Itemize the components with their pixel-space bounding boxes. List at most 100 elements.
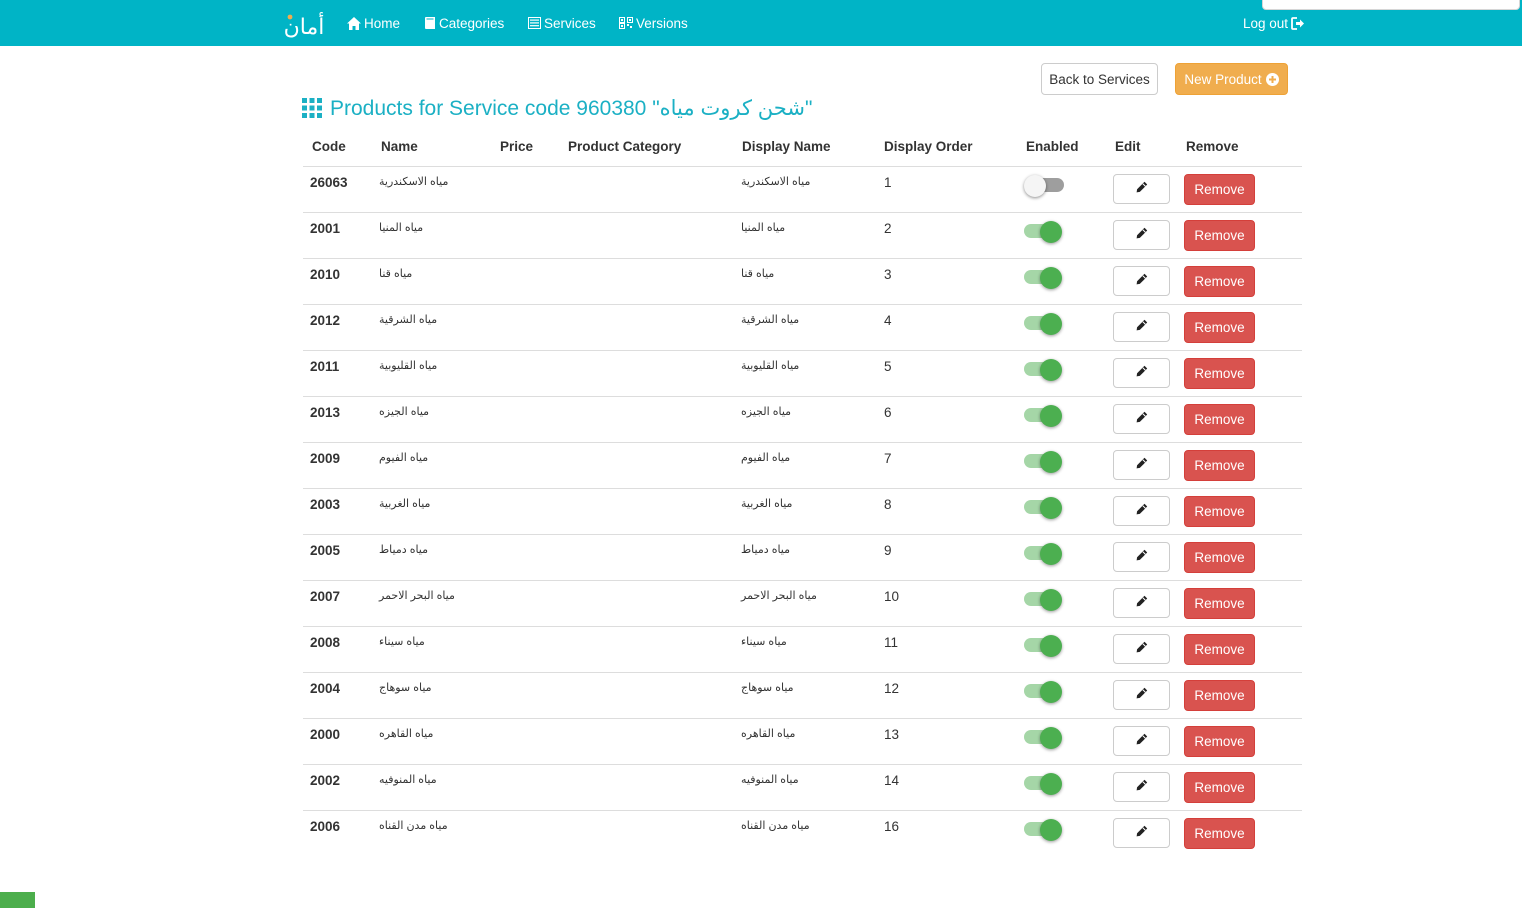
edit-button[interactable] bbox=[1113, 587, 1170, 618]
remove-button[interactable]: Remove bbox=[1184, 679, 1255, 711]
table-row: 2001 مياه المنيا مياه المنيا 2 Remove bbox=[303, 212, 1302, 259]
cell-product-category bbox=[559, 166, 733, 213]
enabled-toggle[interactable] bbox=[1024, 449, 1068, 473]
toggle-knob bbox=[1040, 818, 1062, 841]
enabled-toggle[interactable] bbox=[1024, 403, 1068, 427]
remove-button[interactable]: Remove bbox=[1184, 587, 1255, 619]
nav-versions[interactable]: Versions bbox=[619, 14, 688, 32]
nav-versions-label: Versions bbox=[636, 15, 688, 31]
table-row: 2012 مياه الشرقية مياه الشرقية 4 Remove bbox=[303, 304, 1302, 351]
enabled-toggle[interactable] bbox=[1024, 771, 1068, 795]
edit-button[interactable] bbox=[1113, 541, 1170, 572]
cell-display-order: 13 bbox=[875, 718, 1016, 765]
cell-product-category bbox=[559, 580, 733, 627]
cell-code: 2008 bbox=[303, 626, 372, 673]
edit-button[interactable] bbox=[1113, 219, 1170, 250]
table-row: 2002 مياه المنوفيه مياه المنوفيه 14 Remove bbox=[303, 764, 1302, 811]
pencil-icon bbox=[1136, 549, 1148, 564]
cell-edit bbox=[1110, 350, 1181, 397]
cell-price bbox=[491, 212, 559, 259]
edit-button[interactable] bbox=[1113, 173, 1170, 204]
brand-logo[interactable]: أمان bbox=[281, 9, 327, 40]
cell-display-name: مياه دمياط bbox=[733, 534, 875, 581]
remove-button[interactable]: Remove bbox=[1184, 541, 1255, 573]
remove-button[interactable]: Remove bbox=[1184, 311, 1255, 343]
cell-enabled bbox=[1016, 212, 1110, 259]
edit-button[interactable] bbox=[1113, 265, 1170, 296]
cell-name: مياه سيناء bbox=[372, 626, 491, 673]
remove-button[interactable]: Remove bbox=[1184, 495, 1255, 527]
grid-icon bbox=[302, 98, 322, 118]
page-title: Products for Service code 960380 "شحن كر… bbox=[302, 94, 812, 122]
cell-display-order: 11 bbox=[875, 626, 1016, 673]
remove-button[interactable]: Remove bbox=[1184, 173, 1255, 205]
back-to-services-button[interactable]: Back to Services bbox=[1041, 63, 1158, 95]
table-row: 2010 مياه قنا مياه قنا 3 Remove bbox=[303, 258, 1302, 305]
cell-price bbox=[491, 258, 559, 305]
nav-categories[interactable]: Categories bbox=[424, 14, 504, 32]
remove-button[interactable]: Remove bbox=[1184, 219, 1255, 251]
enabled-toggle[interactable] bbox=[1024, 725, 1068, 749]
table-row: 26063 مياه الاسكندرية مياه الاسكندرية 1 Remo… bbox=[303, 166, 1302, 213]
cell-display-name: مياه قنا bbox=[733, 258, 875, 305]
edit-button[interactable] bbox=[1113, 357, 1170, 388]
logout-link[interactable]: Log out bbox=[1243, 14, 1305, 32]
edit-button[interactable] bbox=[1113, 311, 1170, 342]
edit-button[interactable] bbox=[1113, 771, 1170, 802]
cell-display-order: 8 bbox=[875, 488, 1016, 535]
cell-edit bbox=[1110, 304, 1181, 351]
cell-name: مياه القاهره bbox=[372, 718, 491, 765]
edit-button[interactable] bbox=[1113, 817, 1170, 848]
enabled-toggle[interactable] bbox=[1024, 311, 1068, 335]
enabled-toggle[interactable] bbox=[1024, 817, 1068, 841]
remove-button[interactable]: Remove bbox=[1184, 403, 1255, 435]
enabled-toggle[interactable] bbox=[1024, 265, 1068, 289]
enabled-toggle[interactable] bbox=[1024, 219, 1068, 243]
table-row: 2003 مياه الغربية مياه الغربية 8 Remove bbox=[303, 488, 1302, 535]
cell-display-order: 16 bbox=[884, 818, 900, 834]
remove-button[interactable]: Remove bbox=[1184, 357, 1255, 389]
remove-button[interactable]: Remove bbox=[1184, 265, 1255, 297]
cell-code: 2002 bbox=[303, 764, 372, 811]
toggle-knob bbox=[1040, 772, 1062, 795]
enabled-toggle[interactable] bbox=[1024, 357, 1068, 381]
enabled-toggle[interactable] bbox=[1024, 587, 1068, 611]
toggle-knob bbox=[1040, 634, 1062, 657]
remove-button[interactable]: Remove bbox=[1184, 771, 1255, 803]
remove-button[interactable]: Remove bbox=[1184, 449, 1255, 481]
remove-button[interactable]: Remove bbox=[1184, 633, 1255, 665]
table-row: 2006 مياه مدن القناه مياه مدن القناه 16 Remo… bbox=[303, 810, 1302, 856]
cell-edit bbox=[1110, 212, 1181, 259]
remove-button[interactable]: Remove bbox=[1184, 817, 1255, 849]
edit-button[interactable] bbox=[1113, 403, 1170, 434]
edit-button[interactable] bbox=[1113, 495, 1170, 526]
nav-services[interactable]: Services bbox=[528, 14, 596, 32]
cell-price bbox=[491, 810, 559, 856]
edit-button[interactable] bbox=[1113, 449, 1170, 480]
edit-button[interactable] bbox=[1113, 633, 1170, 664]
header-display-order: Display Order bbox=[875, 128, 1016, 167]
new-product-button[interactable]: New Product bbox=[1175, 63, 1288, 95]
edit-button[interactable] bbox=[1113, 679, 1170, 710]
cell-product-category bbox=[559, 304, 733, 351]
nav-home[interactable]: Home bbox=[347, 14, 400, 32]
cell-price bbox=[491, 488, 559, 535]
corner-tab[interactable] bbox=[0, 892, 35, 908]
cell-enabled bbox=[1016, 810, 1110, 856]
toggle-knob bbox=[1040, 588, 1062, 611]
cell-code: 2009 bbox=[303, 442, 372, 489]
remove-button[interactable]: Remove bbox=[1184, 725, 1255, 757]
enabled-toggle[interactable] bbox=[1024, 679, 1068, 703]
cell-enabled bbox=[1016, 396, 1110, 443]
edit-button[interactable] bbox=[1113, 725, 1170, 756]
enabled-toggle[interactable] bbox=[1024, 173, 1068, 197]
enabled-toggle[interactable] bbox=[1024, 495, 1068, 519]
table-row: 2011 مياه القليوبية مياه القليوبية 5 Remove bbox=[303, 350, 1302, 397]
table-row: 2008 مياه سيناء مياه سيناء 11 Remove bbox=[303, 626, 1302, 673]
cell-display-name: مياه المنيا bbox=[733, 212, 875, 259]
cell-code: 2003 bbox=[303, 488, 372, 535]
table-header-row: Code Name Price Product Category Display… bbox=[303, 128, 1302, 167]
enabled-toggle[interactable] bbox=[1024, 541, 1068, 565]
enabled-toggle[interactable] bbox=[1024, 633, 1068, 657]
cell-remove: Remove bbox=[1181, 626, 1302, 673]
